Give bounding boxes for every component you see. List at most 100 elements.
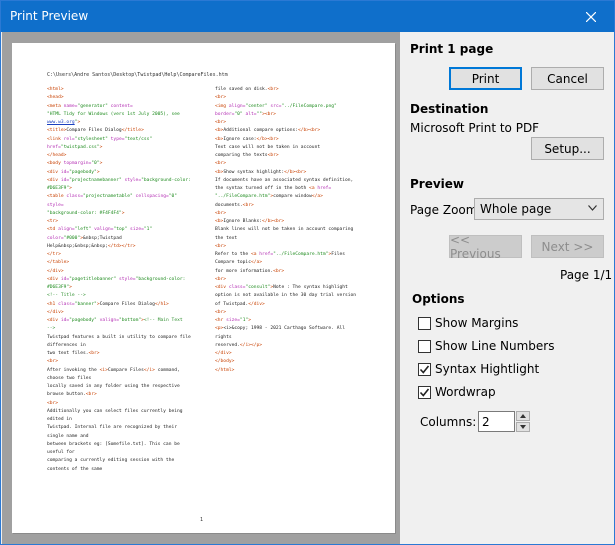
code-token: Refer to the xyxy=(215,252,251,257)
code-token: <meta xyxy=(47,103,64,109)
code-token: for more information. xyxy=(215,268,274,274)
setup-button[interactable]: Setup... xyxy=(531,137,604,160)
code-line: </head> xyxy=(47,152,212,160)
next-page-button[interactable]: Next >> xyxy=(531,235,604,258)
code-token: <table xyxy=(47,194,67,200)
code-token: <br> xyxy=(47,359,59,365)
code-token: valign= xyxy=(91,227,114,233)
code-line: #D6E3F9"> xyxy=(47,284,212,292)
columns-input[interactable]: 2 xyxy=(478,411,515,432)
page-zoom-select[interactable]: Whole page xyxy=(474,198,604,220)
code-line: #D6E3F9"> xyxy=(47,185,212,193)
cancel-button[interactable]: Cancel xyxy=(531,67,604,90)
caret-up-icon xyxy=(520,414,526,418)
options-panel: Print 1 page Print Cancel Destination Mi… xyxy=(401,32,614,544)
columns-increment-button[interactable] xyxy=(516,411,530,421)
code-line: <meta name="generator" content= xyxy=(47,103,212,111)
code-line: for more information.<br> xyxy=(215,268,380,276)
close-button[interactable] xyxy=(568,1,614,32)
code-line: documents.<br> xyxy=(215,202,380,210)
code-token: "stylesheet" xyxy=(74,136,108,142)
preview-area[interactable]: C:\Users\Andre Santos\Desktop\Twistpad\H… xyxy=(2,32,400,544)
code-token: rel= xyxy=(63,136,75,142)
code-line: <br> xyxy=(215,243,380,251)
code-token: differences in xyxy=(47,342,86,348)
page-file-path: C:\Users\Andre Santos\Desktop\Twistpad\H… xyxy=(47,72,228,78)
destination-heading: Destination xyxy=(410,102,489,116)
code-token: <h1 xyxy=(47,301,59,307)
code-token: size= xyxy=(127,227,144,233)
code-line: of Twistpad.</div> xyxy=(215,301,380,309)
show-line-numbers-option[interactable]: Show Line Numbers xyxy=(418,339,554,353)
code-token: alt= xyxy=(242,111,257,117)
code-token: cellspacing= xyxy=(132,194,169,200)
code-token: Note : The syntax highlight xyxy=(273,285,348,290)
code-line: <div id="pagetitlebanner" style="backgro… xyxy=(47,276,212,284)
code-line: Help&nbsp;&nbsp;&nbsp;</td></tr> xyxy=(47,243,212,251)
code-token: Ignore Blanks: xyxy=(223,219,263,224)
check-icon xyxy=(419,388,430,397)
code-token: "../FileCompare.htm" xyxy=(273,252,329,257)
print-button[interactable]: Print xyxy=(449,67,522,90)
columns-decrement-button[interactable] xyxy=(516,422,530,432)
code-line: --> xyxy=(47,325,212,333)
code-token: comparing the texts xyxy=(215,153,268,158)
show-line-numbers-label: Show Line Numbers xyxy=(435,339,555,353)
wordwrap-checkbox[interactable] xyxy=(418,385,431,399)
previous-page-button[interactable]: << Previous xyxy=(449,233,522,261)
code-token: > xyxy=(99,144,103,150)
code-line: two text files.<br> xyxy=(47,350,212,358)
code-line: "../FileCompare.htm">compare window</a> xyxy=(215,193,380,201)
code-line: <img align="center" src="../FileCompare.… xyxy=(215,103,380,111)
page-zoom-label: Page Zoom: xyxy=(410,203,482,217)
code-line: file saved on disk.<br> xyxy=(215,86,380,94)
code-token: > xyxy=(248,318,252,323)
code-token: <link xyxy=(47,136,64,142)
window-title: Print Preview xyxy=(10,9,89,23)
code-token: </b><br> xyxy=(256,136,279,142)
code-token: <div xyxy=(215,285,229,290)
code-token: compare window xyxy=(273,194,312,200)
caret-down-icon xyxy=(520,425,526,429)
code-token: id= xyxy=(60,318,70,323)
code-line: <br> xyxy=(47,400,212,408)
code-line: <br> xyxy=(215,160,380,168)
code-token: class= xyxy=(66,194,83,200)
code-token: type= xyxy=(107,136,125,142)
code-line: Refer to the <a href="../FileCompare.htm… xyxy=(215,251,380,259)
code-line: edited in xyxy=(47,416,212,424)
close-icon xyxy=(586,11,596,22)
code-token: file saved on disk. xyxy=(215,87,268,92)
code-line: Twistpad features a built in utility to … xyxy=(47,334,212,342)
code-token: class= xyxy=(58,301,75,307)
code-token: <br> xyxy=(215,161,227,167)
code-line: <b>Ignore Blanks:</b><br> xyxy=(215,218,380,226)
title-bar[interactable]: Print Preview xyxy=(1,1,614,32)
code-line: reserved.</i></p> xyxy=(215,342,380,350)
columns-stepper[interactable] xyxy=(516,411,530,432)
code-token: command, xyxy=(154,367,180,373)
code-token: Twistpad features a built in utility to … xyxy=(47,334,191,340)
code-token: "0" xyxy=(168,194,178,200)
code-column-left: <html> <head> <meta name="generator" conte… xyxy=(47,86,212,474)
code-line: <b>Show syntax highlight:</b><br> xyxy=(215,169,380,177)
code-token: <br> xyxy=(88,351,100,356)
code-token: locally saved in any folder using the re… xyxy=(47,384,180,389)
code-token: Ignore case: xyxy=(223,136,257,142)
syntax-highlight-checkbox[interactable] xyxy=(418,362,431,376)
code-line: <title>Compare Files Dialog</title> xyxy=(47,127,212,135)
wordwrap-option[interactable]: Wordwrap xyxy=(418,385,496,399)
code-token: style= xyxy=(116,276,136,282)
code-line: <h1 class="banner">Compare Files Dialog<… xyxy=(47,301,212,309)
show-line-numbers-checkbox[interactable] xyxy=(418,339,431,353)
code-line: useful for xyxy=(47,449,212,457)
syntax-highlight-option[interactable]: Syntax Hightlight xyxy=(418,362,539,376)
code-token: <br> xyxy=(215,120,227,125)
code-token: "background-color: xyxy=(141,177,191,183)
code-line: www.w3.org"> xyxy=(47,119,212,127)
show-margins-option[interactable]: Show Margins xyxy=(418,316,518,330)
code-token: <head> xyxy=(47,95,64,101)
show-margins-checkbox[interactable] xyxy=(418,316,431,330)
code-token: href= xyxy=(259,252,274,257)
code-line: between brackets eg: [Somefile.txt]. Thi… xyxy=(47,441,212,449)
